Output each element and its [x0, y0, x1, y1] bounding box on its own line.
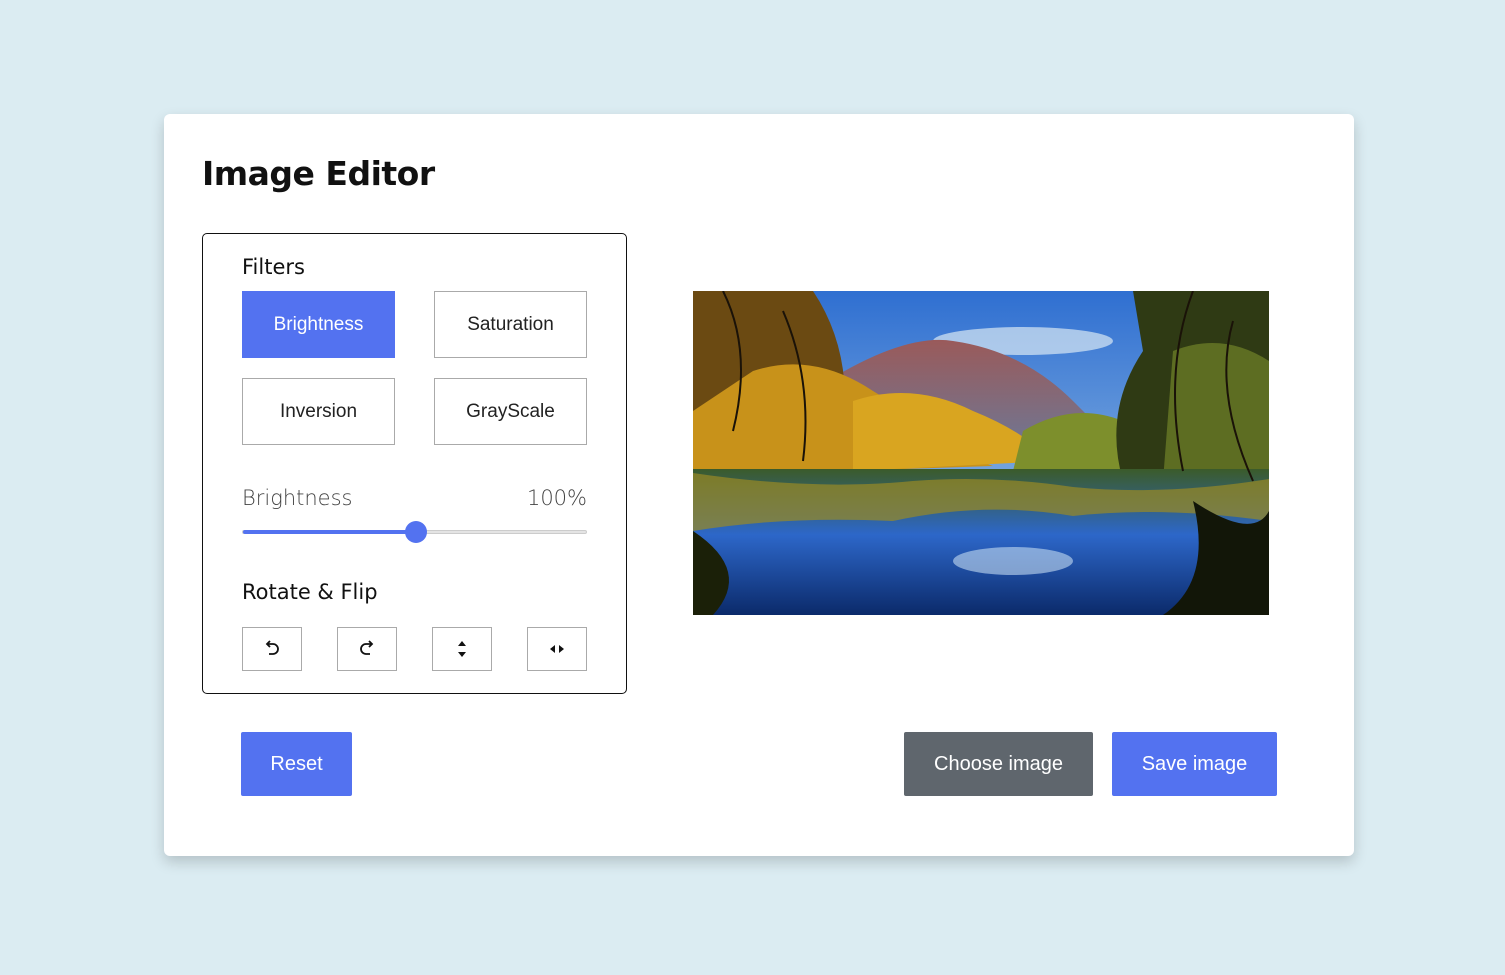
rotate-left-button[interactable] — [242, 627, 302, 671]
slider-fill — [243, 530, 416, 534]
image-preview — [693, 291, 1269, 615]
flip-horizontal-button[interactable] — [527, 627, 587, 671]
filter-slider[interactable] — [242, 521, 587, 543]
rotate-right-icon — [360, 640, 374, 655]
slider-value: 100% — [526, 486, 587, 510]
flip-vertical-icon — [458, 641, 466, 657]
filter-saturation-button[interactable]: Saturation — [434, 291, 587, 358]
rotate-left-icon — [265, 640, 279, 655]
editor-card: Image Editor Filters Brightness Saturati… — [164, 114, 1354, 856]
page-title: Image Editor — [202, 154, 435, 193]
save-image-button[interactable]: Save image — [1112, 732, 1277, 796]
rotate-flip-heading: Rotate & Flip — [242, 580, 378, 604]
slider-thumb[interactable] — [404, 521, 427, 543]
reset-button[interactable]: Reset — [241, 732, 352, 796]
flip-vertical-button[interactable] — [432, 627, 492, 671]
filters-heading: Filters — [242, 255, 305, 279]
flip-horizontal-icon — [550, 645, 564, 653]
controls-panel: Filters Brightness Saturation Inversion … — [202, 233, 627, 694]
landscape-image — [693, 291, 1269, 615]
filter-inversion-button[interactable]: Inversion — [242, 378, 395, 445]
slider-info: Brightness 100% — [242, 486, 587, 510]
choose-image-button[interactable]: Choose image — [904, 732, 1093, 796]
slider-name: Brightness — [242, 486, 353, 510]
rotate-right-button[interactable] — [337, 627, 397, 671]
filter-grayscale-button[interactable]: GrayScale — [434, 378, 587, 445]
filter-brightness-button[interactable]: Brightness — [242, 291, 395, 358]
